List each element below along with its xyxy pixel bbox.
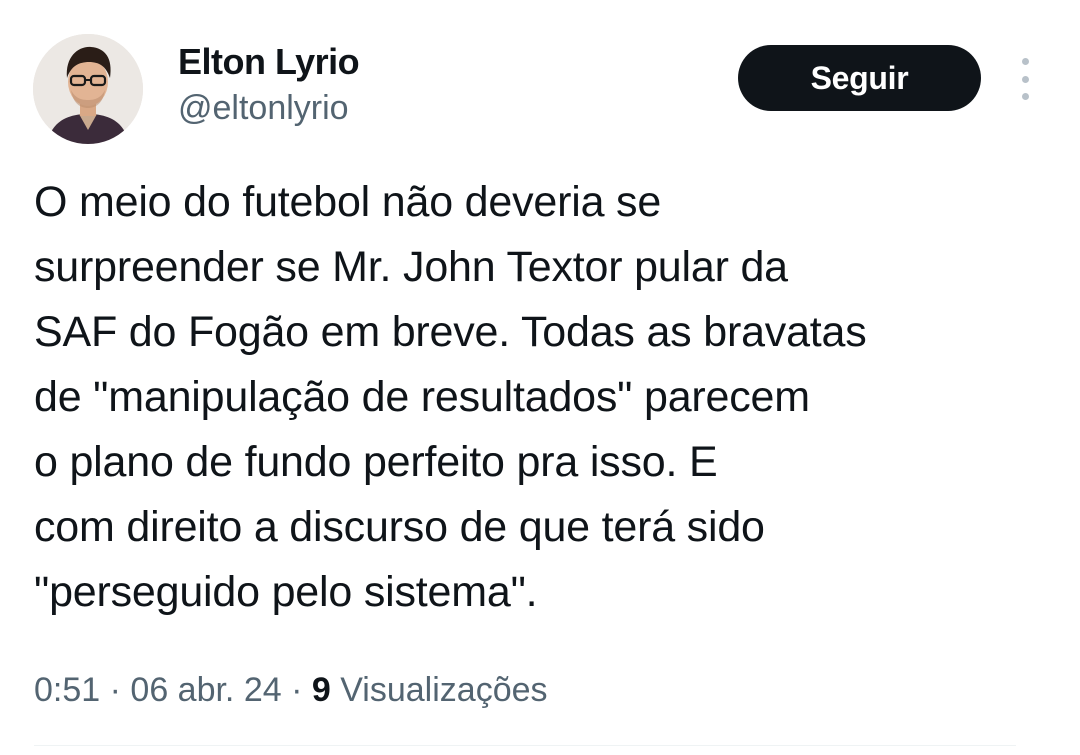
tweet-card: Elton Lyrio @eltonlyrio Seguir O meio do… (0, 0, 1080, 755)
meta-separator: · (100, 671, 131, 709)
avatar-image (33, 34, 143, 144)
avatar[interactable] (33, 34, 143, 144)
tweet-text: O meio do futebol não deveria se surpree… (34, 178, 867, 616)
views-label[interactable]: Visualizações (331, 671, 547, 709)
more-dot (1021, 58, 1029, 65)
more-dot (1021, 93, 1029, 100)
divider (34, 745, 1016, 746)
author-handle[interactable]: @eltonlyrio (178, 86, 359, 130)
tweet-meta: 0:51 · 06 abr. 24 · 9 Visualizações (34, 664, 548, 716)
tweet-time[interactable]: 0:51 (34, 671, 100, 709)
author-info: Elton Lyrio @eltonlyrio (178, 40, 360, 130)
follow-button[interactable]: Seguir (738, 45, 981, 111)
tweet-date[interactable]: 06 abr. 24 (130, 671, 281, 709)
tweet-header: Elton Lyrio @eltonlyrio Seguir (0, 0, 1080, 160)
author-display-name[interactable]: Elton Lyrio (178, 40, 360, 84)
more-vertical-icon[interactable] (1008, 58, 1042, 100)
more-dot (1021, 75, 1029, 83)
meta-separator: · (281, 671, 312, 709)
views-count[interactable]: 9 (312, 671, 331, 709)
